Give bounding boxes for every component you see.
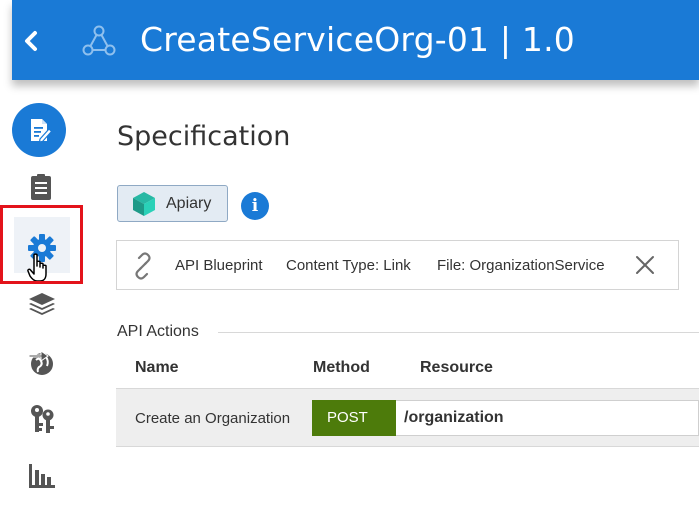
bar-chart-icon (29, 464, 55, 488)
apiary-button-label: Apiary (166, 194, 212, 212)
sidebar-item-analytics[interactable] (26, 461, 58, 491)
blueprint-type: API Blueprint (175, 257, 263, 274)
column-header-method: Method (313, 359, 370, 376)
action-name: Create an Organization (135, 410, 291, 427)
sidebar-item-grants[interactable] (27, 402, 57, 436)
info-button[interactable]: i (241, 192, 269, 220)
chevron-left-icon (25, 31, 37, 51)
link-icon (135, 252, 151, 280)
sidebar-highlight-box (0, 205, 83, 284)
method-badge: POST (312, 400, 396, 436)
resource-path: /organization (396, 400, 699, 436)
table-row[interactable]: Create an Organization POST /organizatio… (116, 388, 699, 447)
blueprint-info-bar: API Blueprint Content Type: Link File: O… (116, 240, 679, 290)
clipboard-list-icon (31, 174, 51, 200)
page-title: Specification (117, 121, 291, 152)
globe-arrow-icon (28, 350, 53, 375)
apiary-logo-icon (133, 191, 155, 216)
sidebar-item-deployments[interactable] (26, 346, 58, 378)
api-network-icon (82, 25, 116, 56)
document-edit-icon (31, 119, 53, 143)
close-icon[interactable] (633, 253, 657, 277)
blueprint-file: File: OrganizationService (437, 257, 605, 274)
info-icon: i (251, 196, 259, 216)
apiary-button[interactable]: Apiary (117, 185, 228, 222)
section-divider (218, 332, 699, 333)
api-actions-heading: API Actions (117, 323, 199, 340)
column-header-name: Name (135, 359, 179, 376)
keys-icon (31, 405, 54, 433)
layers-icon (29, 293, 55, 315)
sidebar-item-implementation[interactable] (26, 290, 58, 318)
back-button[interactable] (20, 26, 46, 56)
sidebar-item-documentation[interactable] (27, 172, 55, 202)
blueprint-content-type: Content Type: Link (286, 257, 411, 274)
column-header-resource: Resource (420, 359, 493, 376)
page-header-title: CreateServiceOrg-01 | 1.0 (140, 20, 575, 59)
sidebar-item-specification[interactable] (12, 103, 66, 157)
app-header: CreateServiceOrg-01 | 1.0 (12, 0, 699, 80)
